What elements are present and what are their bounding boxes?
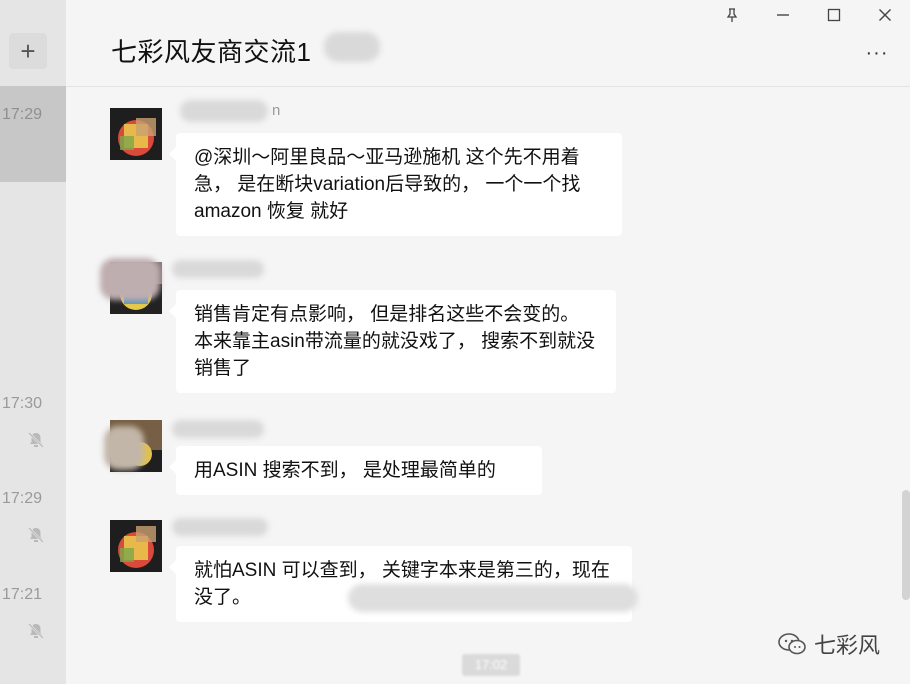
chat-time: 17:29 [2, 106, 43, 123]
chat-title: 七彩风友商交流1 [111, 37, 312, 67]
redacted-sender-name [180, 100, 268, 122]
close-icon [878, 9, 891, 21]
chat-list-sidebar: + 17:29 17:30 17:29 17:21 [0, 0, 66, 684]
plus-icon: + [20, 36, 36, 66]
avatar-image [110, 108, 162, 160]
chat-list-item[interactable]: 17:29 [0, 470, 66, 566]
redacted-avatar-overlay [104, 426, 144, 470]
more-options-button[interactable]: ··· [862, 42, 892, 64]
more-dots-icon: ··· [865, 42, 889, 64]
wechat-logo-icon [778, 633, 806, 655]
message-text: 用ASIN 搜索不到， 是处理最简单的 [194, 460, 496, 481]
mute-bell-icon [28, 527, 44, 543]
avatar[interactable] [110, 520, 162, 572]
minimize-icon [776, 14, 789, 16]
maximize-icon [827, 8, 840, 22]
sender-name: n [272, 102, 281, 119]
chat-list-item[interactable]: 17:30 [0, 375, 66, 471]
message-text: 销售肯定有点影响， 但是排名这些不会变的。 本来靠主asin带流量的就没戏了， … [194, 304, 596, 379]
watermark: 七彩风 [778, 628, 880, 660]
chat-time: 17:21 [2, 586, 43, 603]
message-scrollbar[interactable] [902, 490, 910, 600]
add-chat-button[interactable]: + [9, 33, 47, 69]
minimize-button[interactable] [757, 0, 808, 30]
redacted-sender-name [172, 260, 264, 278]
redacted-title-suffix [324, 32, 380, 62]
close-button[interactable] [859, 0, 910, 30]
chat-time: 17:30 [2, 395, 43, 412]
redacted-sender-name [172, 420, 264, 438]
pin-icon [726, 8, 737, 22]
mute-bell-icon [28, 623, 44, 639]
mute-bell-icon [28, 432, 44, 448]
message-bubble[interactable]: @深圳～阿里良品～亚马逊施机 这个先不用着急， 是在断块variation后导致… [169, 133, 622, 236]
message-bubble[interactable]: 用ASIN 搜索不到， 是处理最简单的 [169, 446, 542, 495]
chat-window: 七彩风友商交流1 ··· n @深圳～阿里良品～亚马逊施机 这个先不用着急， 是… [66, 0, 910, 684]
pin-button[interactable] [706, 0, 757, 30]
redacted-avatar-overlay [100, 258, 160, 300]
message-text: @深圳～阿里良品～亚马逊施机 这个先不用着急， 是在断块variation后导致… [194, 147, 581, 222]
chat-time: 17:29 [2, 490, 43, 507]
redacted-sender-name [172, 518, 268, 536]
avatar[interactable] [110, 108, 162, 160]
chat-list-item[interactable]: 17:21 [0, 566, 66, 662]
watermark-text: 七彩风 [813, 633, 880, 658]
chat-list-item[interactable]: 17:29 [0, 86, 66, 182]
timestamp-divider: 17:02 [462, 654, 520, 676]
window-controls [706, 0, 910, 30]
redacted-message-text [348, 584, 638, 612]
avatar-image [110, 520, 162, 572]
maximize-button[interactable] [808, 0, 859, 30]
message-bubble[interactable]: 销售肯定有点影响， 但是排名这些不会变的。 本来靠主asin带流量的就没戏了， … [169, 290, 616, 393]
